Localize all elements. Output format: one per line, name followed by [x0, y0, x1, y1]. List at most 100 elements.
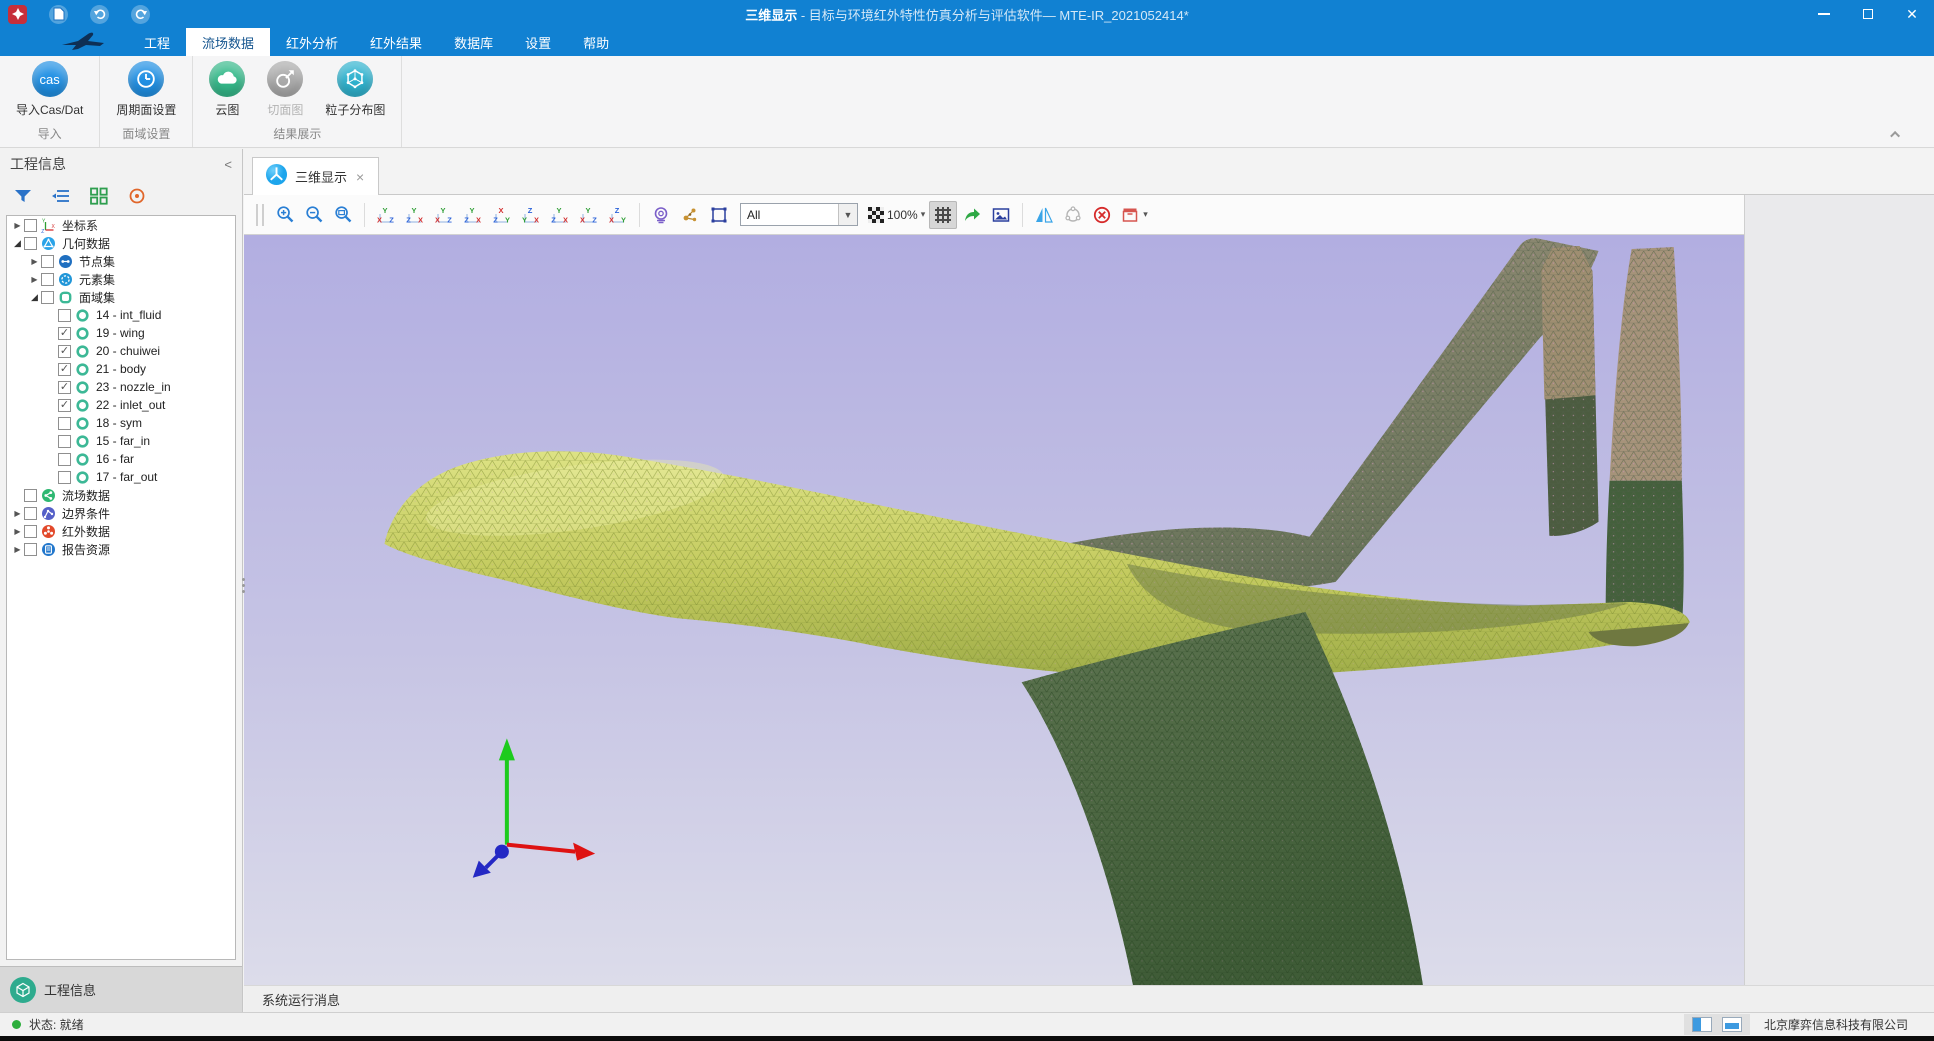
visibility-checkbox[interactable] — [24, 219, 37, 232]
chevron-down-icon[interactable]: ▼ — [838, 204, 857, 225]
expand-arrow[interactable]: ▶ — [11, 221, 24, 230]
visibility-checkbox[interactable] — [58, 471, 71, 484]
view-iso-2-button[interactable]: YXZ — [575, 201, 603, 229]
tree-item-boundary-conditions[interactable]: ▶边界条件 — [7, 504, 235, 522]
view-top-button[interactable]: XZY — [488, 201, 516, 229]
minimize-button[interactable] — [1802, 0, 1846, 28]
snapshot-button[interactable] — [987, 201, 1015, 229]
zoom-out-button[interactable] — [300, 201, 328, 229]
outline-icon[interactable] — [48, 184, 74, 208]
menu-tab-database[interactable]: 数据库 — [438, 28, 509, 56]
visibility-checkbox[interactable] — [58, 435, 71, 448]
particle-view-button[interactable] — [676, 201, 704, 229]
view-iso-1-button[interactable]: YZX — [546, 201, 574, 229]
toolbar-grip[interactable] — [256, 204, 264, 226]
tree-item-face-15-far-in[interactable]: 15 - far_in — [7, 432, 235, 450]
tree-item-face-set[interactable]: ◢面域集 — [7, 288, 235, 306]
box-select-button[interactable] — [705, 201, 733, 229]
visibility-checkbox[interactable]: ✓ — [58, 327, 71, 340]
menu-tab-infrared-analysis[interactable]: 红外分析 — [270, 28, 354, 56]
visibility-checkbox[interactable]: ✓ — [58, 363, 71, 376]
close-button[interactable]: ✕ — [1890, 0, 1934, 28]
panel-splitter[interactable] — [240, 565, 247, 605]
tree-item-face-21-body[interactable]: ✓21 - body — [7, 360, 235, 378]
view-front-button[interactable]: YXZ — [372, 201, 400, 229]
ribbon-button-import-cas-dat[interactable]: cas导入Cas/Dat — [8, 61, 91, 123]
visibility-checkbox[interactable] — [24, 525, 37, 538]
view-left-button[interactable]: YXZ — [430, 201, 458, 229]
tree-item-face-18-sym[interactable]: 18 - sym — [7, 414, 235, 432]
expand-arrow[interactable]: ▶ — [11, 545, 24, 554]
view-back-button[interactable]: YZX — [401, 201, 429, 229]
display-filter-select[interactable]: All▼ — [740, 203, 858, 226]
tab-3d-view[interactable]: 三维显示 × — [252, 157, 379, 195]
view-right-button[interactable]: YZX — [459, 201, 487, 229]
app-badge-icon[interactable] — [8, 5, 27, 24]
smooth-button[interactable] — [1059, 201, 1087, 229]
menu-tab-help[interactable]: 帮助 — [567, 28, 625, 56]
ribbon-button-periodic-face-setup[interactable]: 周期面设置 — [108, 61, 184, 123]
new-file-icon[interactable] — [49, 5, 68, 24]
expand-arrow[interactable]: ▶ — [11, 509, 24, 518]
mesh-toggle-button[interactable] — [929, 201, 957, 229]
expand-arrow[interactable]: ▶ — [11, 527, 24, 536]
tree-item-infrared-data[interactable]: ▶红外数据 — [7, 522, 235, 540]
tree-item-element-set[interactable]: ▶元素集 — [7, 270, 235, 288]
zoom-in-button[interactable] — [271, 201, 299, 229]
tree-item-face-20-chuiwei[interactable]: ✓20 - chuiwei — [7, 342, 235, 360]
menu-tab-settings[interactable]: 设置 — [509, 28, 567, 56]
locate-icon[interactable] — [124, 184, 150, 208]
tree-item-geometry-data[interactable]: ◢几何数据 — [7, 234, 235, 252]
grid-view-icon[interactable] — [86, 184, 112, 208]
visibility-checkbox[interactable] — [58, 453, 71, 466]
visibility-checkbox[interactable] — [41, 273, 54, 286]
tree-item-coordinate-system[interactable]: ▶YZX坐标系 — [7, 216, 235, 234]
visibility-checkbox[interactable] — [24, 507, 37, 520]
message-panel-header[interactable]: 系统运行消息 — [244, 985, 1934, 1012]
ribbon-button-particle-distribution-map[interactable]: 粒子分布图 — [317, 61, 393, 123]
panel-collapse-button[interactable]: < — [224, 157, 232, 172]
visibility-checkbox[interactable] — [58, 309, 71, 322]
project-panel-bottom-button[interactable]: 工程信息 — [0, 966, 242, 1012]
filter-icon[interactable] — [10, 184, 36, 208]
ribbon-button-contour-map[interactable]: 云图 — [201, 61, 253, 123]
visibility-checkbox[interactable] — [24, 489, 37, 502]
ribbon-collapse-button[interactable] — [1886, 127, 1906, 141]
expand-arrow[interactable]: ◢ — [28, 292, 41, 303]
clear-button[interactable] — [1088, 201, 1116, 229]
visibility-checkbox[interactable]: ✓ — [58, 399, 71, 412]
menu-tab-infrared-results[interactable]: 红外结果 — [354, 28, 438, 56]
visibility-checkbox[interactable] — [24, 237, 37, 250]
tab-close-icon[interactable]: × — [354, 169, 366, 185]
visibility-checkbox[interactable] — [41, 291, 54, 304]
tree-item-flow-field-data[interactable]: 流场数据 — [7, 486, 235, 504]
tree-item-face-17-far-out[interactable]: 17 - far_out — [7, 468, 235, 486]
view-bottom-button[interactable]: ZYX — [517, 201, 545, 229]
menu-tab-project[interactable]: 工程 — [128, 28, 186, 56]
viewport-3d[interactable] — [244, 235, 1744, 985]
tree-item-face-23-nozzle-in[interactable]: ✓23 - nozzle_in — [7, 378, 235, 396]
expand-arrow[interactable]: ◢ — [11, 238, 24, 249]
opacity-button[interactable]: 100%▾ — [865, 201, 928, 229]
view-iso-3-button[interactable]: ZXY — [604, 201, 632, 229]
tree-item-face-14-int-fluid[interactable]: 14 - int_fluid — [7, 306, 235, 324]
redo-icon[interactable] — [131, 5, 150, 24]
apply-button[interactable] — [958, 201, 986, 229]
undo-icon[interactable] — [90, 5, 109, 24]
menu-tab-flow-field-data[interactable]: 流场数据 — [186, 28, 270, 56]
zoom-window-button[interactable] — [329, 201, 357, 229]
layout-left-icon[interactable] — [1692, 1017, 1712, 1032]
maximize-button[interactable] — [1846, 0, 1890, 28]
visibility-checkbox[interactable]: ✓ — [58, 345, 71, 358]
tree-item-face-22-inlet-out[interactable]: ✓22 - inlet_out — [7, 396, 235, 414]
expand-arrow[interactable]: ▶ — [28, 275, 41, 284]
visibility-checkbox[interactable] — [24, 543, 37, 556]
layout-bottom-icon[interactable] — [1722, 1017, 1742, 1032]
tree-item-report-resources[interactable]: ▶报告资源 — [7, 540, 235, 558]
export-box-button[interactable]: ▾ — [1117, 201, 1151, 229]
visibility-checkbox[interactable] — [58, 417, 71, 430]
tree-item-face-16-far[interactable]: 16 - far — [7, 450, 235, 468]
visibility-checkbox[interactable]: ✓ — [58, 381, 71, 394]
visibility-checkbox[interactable] — [41, 255, 54, 268]
tree-item-face-19-wing[interactable]: ✓19 - wing — [7, 324, 235, 342]
